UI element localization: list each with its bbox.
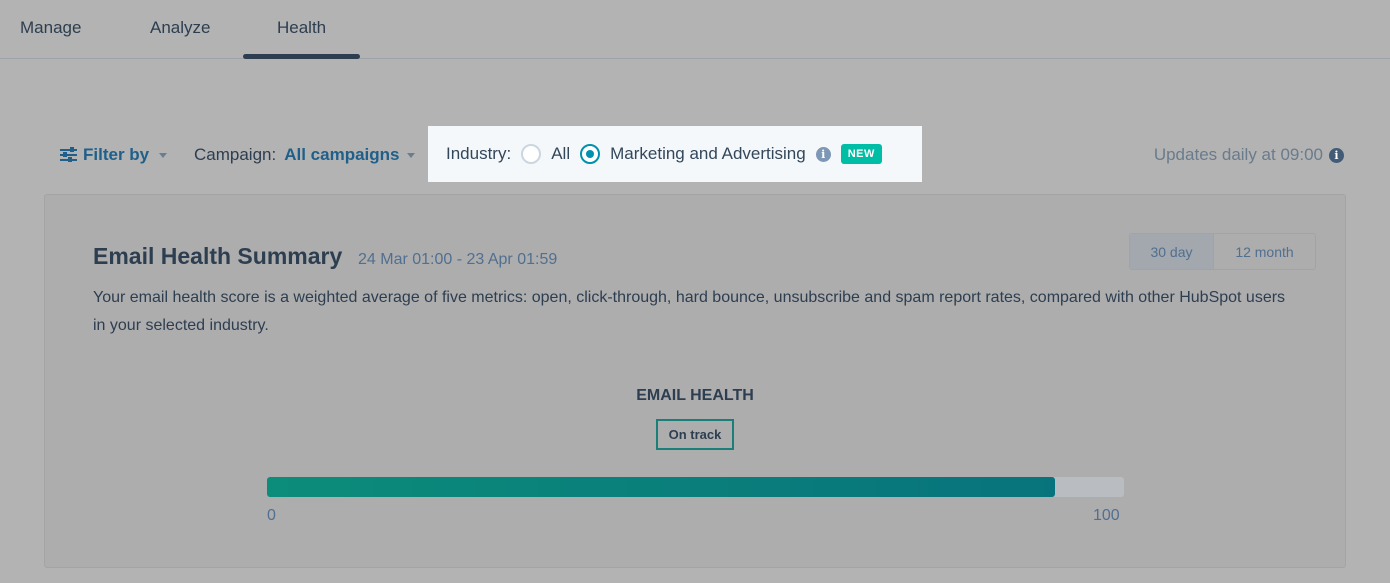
filter-sliders-icon [60, 146, 77, 163]
tab-analyze[interactable]: Analyze [150, 18, 210, 38]
tab-health[interactable]: Health [277, 18, 326, 38]
range-12-month-button[interactable]: 12 month [1214, 234, 1315, 269]
email-health-card: Email Health Summary 24 Mar 01:00 - 23 A… [44, 194, 1346, 568]
industry-filter: Industry: All Marketing and Advertising … [428, 126, 922, 182]
industry-radio-all[interactable] [521, 144, 542, 164]
industry-option-all-label[interactable]: All [551, 144, 570, 164]
campaign-filter: Campaign: All campaigns [194, 145, 416, 165]
scale-min-label: 0 [267, 507, 276, 524]
card-title: Email Health Summary [93, 243, 343, 269]
updates-text: Updates daily at 09:00 [1153, 145, 1323, 164]
industry-radio-marketing[interactable] [580, 144, 601, 164]
tab-bar: Manage Analyze Health [0, 0, 1390, 59]
status-badge: On track [656, 419, 734, 450]
new-badge: NEW [840, 144, 882, 164]
campaign-value: All campaigns [284, 145, 400, 164]
filter-by-button[interactable]: Filter by [60, 145, 168, 165]
filter-row: Filter by Campaign: All campaigns Indust… [0, 126, 1390, 182]
health-score-bar [267, 477, 1124, 497]
info-icon[interactable]: i [1329, 147, 1344, 163]
info-icon[interactable]: i [815, 146, 831, 162]
health-score-fill [267, 477, 1056, 497]
scale-max-label: 100 [1093, 507, 1120, 524]
range-30-day-button[interactable]: 30 day [1130, 234, 1214, 269]
date-range: 24 Mar 01:00 - 23 Apr 01:59 [358, 251, 558, 268]
card-description: Your email health score is a weighted av… [93, 289, 1286, 334]
updates-info: Updates daily at 09:00 i [1154, 145, 1344, 165]
email-health-label: EMAIL HEALTH [636, 387, 754, 404]
tab-manage[interactable]: Manage [20, 18, 81, 38]
campaign-label: Campaign: [194, 145, 277, 164]
industry-option-marketing-label[interactable]: Marketing and Advertising [610, 144, 806, 164]
chevron-down-icon [159, 152, 168, 158]
filter-by-label: Filter by [83, 145, 150, 164]
chevron-down-icon [407, 152, 416, 158]
campaign-dropdown[interactable]: All campaigns [284, 145, 416, 165]
range-toggle: 30 day 12 month [1129, 233, 1316, 270]
industry-label: Industry: [446, 144, 512, 163]
active-tab-indicator [243, 54, 360, 59]
